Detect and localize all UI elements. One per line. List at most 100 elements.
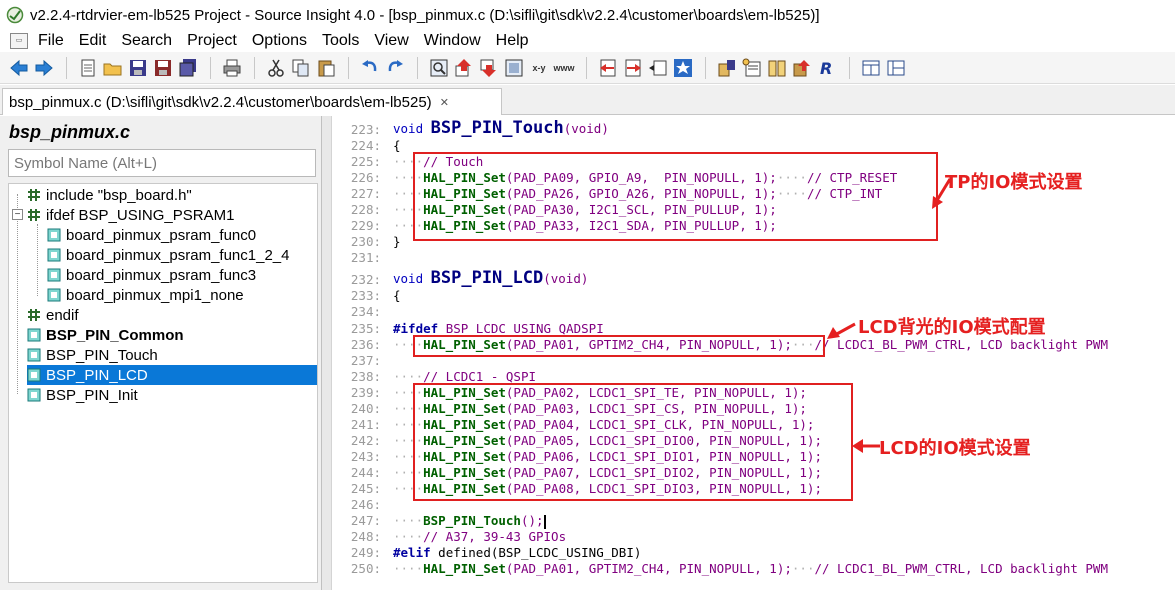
symbol-item-psram-func3[interactable]: board_pinmux_psram_func3 (47, 265, 256, 285)
line-number: 231: (350, 250, 381, 265)
menu-search[interactable]: Search (121, 32, 172, 50)
line-number: 224: (350, 138, 381, 153)
line-number: 236: (350, 337, 381, 352)
lcd-highlight-box (413, 383, 853, 501)
close-icon[interactable]: ✕ (440, 96, 449, 109)
new-file-icon[interactable] (77, 57, 99, 79)
symbol-item-endif[interactable]: endif (27, 305, 79, 325)
symbol-item-ifdef[interactable]: ifdef BSP_USING_PSRAM1 (27, 205, 234, 225)
menu-tools[interactable]: Tools (322, 32, 359, 50)
copy-icon[interactable] (290, 57, 312, 79)
symbol-window-icon[interactable] (647, 57, 669, 79)
line-number: 247: (350, 513, 381, 528)
book-icon[interactable] (766, 57, 788, 79)
line-number: 235: (350, 321, 381, 336)
menu-edit[interactable]: Edit (79, 32, 107, 50)
web-icon[interactable]: www (553, 57, 575, 79)
cut-icon[interactable] (265, 57, 287, 79)
menu-view[interactable]: View (374, 32, 408, 50)
line-number: 229: (350, 218, 381, 233)
save-icon[interactable] (127, 57, 149, 79)
bookmark-next-icon[interactable] (622, 57, 644, 79)
symbol-item-bsp-pin-touch[interactable]: BSP_PIN_Touch (27, 345, 158, 365)
layout-icon[interactable] (860, 57, 882, 79)
code-line: ····// LCDC1 - QSPI (393, 369, 536, 384)
line-number: 249: (350, 545, 381, 560)
backlight-highlight-box (413, 335, 825, 357)
jump-up-icon[interactable] (453, 57, 475, 79)
symbol-search-input[interactable] (8, 149, 316, 177)
code-editor[interactable]: 223: 224: 225: 226: 227: 228: 229: 230: … (333, 116, 1175, 590)
line-number: 230: (350, 234, 381, 249)
symbol-item-psram-func0[interactable]: board_pinmux_psram_func0 (47, 225, 256, 245)
bookmark-prev-icon[interactable] (597, 57, 619, 79)
function-icon (47, 228, 61, 242)
relation-icon[interactable] (716, 57, 738, 79)
line-number: 245: (350, 481, 381, 496)
menu-options[interactable]: Options (252, 32, 307, 50)
panel-splitter[interactable] (322, 116, 332, 590)
menu-bar: ▭ File Edit Search Project Options Tools… (0, 30, 1175, 52)
paste-icon[interactable] (315, 57, 337, 79)
save-all-icon[interactable] (177, 57, 199, 79)
open-folder-icon[interactable] (102, 57, 124, 79)
symbol-item-bsp-pin-lcd[interactable]: BSP_PIN_LCD (27, 365, 317, 385)
toolbar-separator (849, 56, 850, 79)
print-icon[interactable] (221, 57, 243, 79)
touch-highlight-box (413, 152, 938, 241)
collapse-toggle[interactable]: − (12, 209, 23, 220)
text-cursor (543, 514, 546, 529)
line-number: 241: (350, 417, 381, 432)
code-line: void BSP_PIN_Touch(void) (393, 118, 609, 138)
function-icon (47, 248, 61, 262)
line-number: 246: (350, 497, 381, 512)
document-menu-icon[interactable]: ▭ (10, 33, 28, 49)
function-icon (47, 288, 61, 302)
forward-icon[interactable] (33, 57, 55, 79)
code-line: void BSP_PIN_LCD(void) (393, 268, 589, 288)
menu-help[interactable]: Help (496, 32, 529, 50)
function-icon (27, 348, 41, 362)
menu-window[interactable]: Window (424, 32, 481, 50)
symbol-item-include[interactable]: include "bsp_board.h" (27, 185, 192, 205)
undo-icon[interactable] (359, 57, 381, 79)
code-line: ····// A37, 39-43 GPIOs (393, 529, 567, 544)
include-icon (28, 189, 40, 201)
replace-text-icon[interactable]: x-y (528, 57, 550, 79)
line-number: 225: (350, 154, 381, 169)
jump-down-icon[interactable] (478, 57, 500, 79)
annotation-arrow-icon (827, 322, 856, 339)
backlight-annotation: LCD背光的IO模式配置 (858, 317, 1046, 338)
r-icon[interactable]: R (816, 57, 838, 79)
toolbar-separator (586, 56, 587, 79)
line-number: 234: (350, 304, 381, 319)
symbol-item-bsp-pin-init[interactable]: BSP_PIN_Init (27, 385, 138, 405)
symbol-item-mpi1-none[interactable]: board_pinmux_mpi1_none (47, 285, 244, 305)
back-icon[interactable] (8, 57, 30, 79)
code-line: ····HAL_PIN_Set(PAD_PA01, GPTIM2_CH4, PI… (393, 561, 1108, 576)
browse-icon[interactable] (503, 57, 525, 79)
reference-icon[interactable] (791, 57, 813, 79)
function-icon (47, 268, 61, 282)
tab-label: bsp_pinmux.c (D:\sifli\git\sdk\v2.2.4\cu… (9, 93, 432, 111)
svg-text:R: R (820, 59, 832, 78)
search-icon[interactable] (428, 57, 450, 79)
context-icon[interactable] (741, 57, 763, 79)
function-icon (27, 388, 41, 402)
line-number: 228: (350, 202, 381, 217)
line-number: 239: (350, 385, 381, 400)
tab-bsp-pinmux[interactable]: bsp_pinmux.c (D:\sifli\git\sdk\v2.2.4\cu… (2, 88, 502, 115)
code-line: ····BSP_PIN_Touch(); (393, 513, 546, 529)
symbol-item-psram-func1-2-4[interactable]: board_pinmux_psram_func1_2_4 (47, 245, 289, 265)
symbol-item-bsp-pin-common[interactable]: BSP_PIN_Common (27, 325, 184, 345)
menu-project[interactable]: Project (187, 32, 237, 50)
menu-file[interactable]: File (38, 32, 64, 50)
panel-icon[interactable] (885, 57, 907, 79)
line-number: 250: (350, 561, 381, 576)
symbol-list: include "bsp_board.h" − ifdef BSP_USING_… (8, 183, 318, 583)
symbol-panel: bsp_pinmux.c include "bsp_board.h" − ifd… (0, 116, 322, 590)
save-as-icon[interactable] (152, 57, 174, 79)
toolbar-separator (254, 56, 255, 79)
star-icon[interactable] (672, 57, 694, 79)
redo-icon[interactable] (384, 57, 406, 79)
